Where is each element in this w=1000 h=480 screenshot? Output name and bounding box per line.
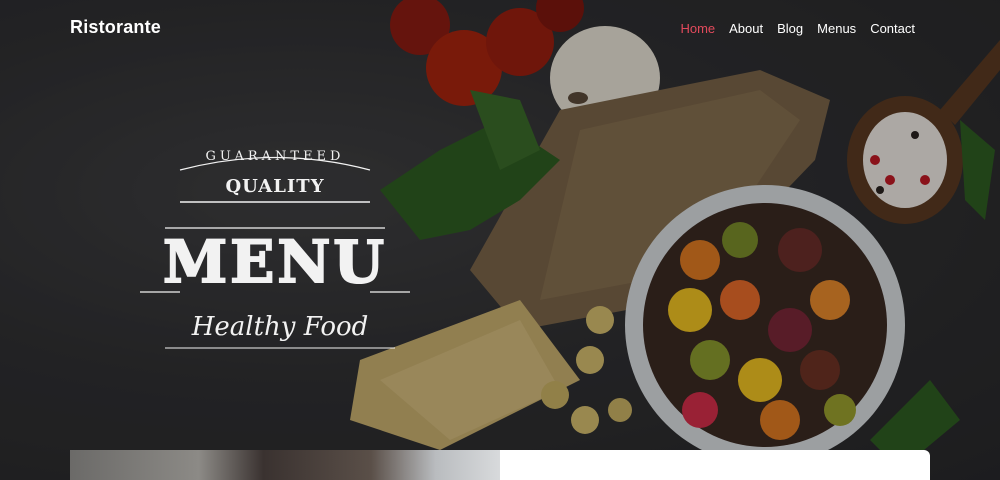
menu-chalk-logo: GUARANTEED QUALITY MENU Healthy Food bbox=[140, 149, 410, 349]
logo-guaranteed-text: GUARANTEED bbox=[206, 149, 345, 164]
nav-blog[interactable]: Blog bbox=[777, 21, 803, 36]
logo-quality-text: QUALITY bbox=[225, 176, 324, 197]
nav-home[interactable]: Home bbox=[680, 21, 715, 36]
featured-image-card bbox=[70, 450, 500, 480]
logo-menu-text: MENU bbox=[163, 228, 387, 296]
content-card bbox=[500, 450, 930, 480]
nav-contact[interactable]: Contact bbox=[870, 21, 915, 36]
nav-about[interactable]: About bbox=[729, 21, 763, 36]
logo-script-text: Healthy Food bbox=[191, 312, 369, 342]
nav-menus[interactable]: Menus bbox=[817, 21, 856, 36]
hero-section: GUARANTEED QUALITY MENU Healthy Food bbox=[0, 0, 1000, 480]
top-navbar: Ristorante Home About Blog Menus Contact bbox=[0, 0, 1000, 58]
brand-logo[interactable]: Ristorante bbox=[70, 17, 161, 38]
main-nav: Home About Blog Menus Contact bbox=[680, 21, 915, 36]
